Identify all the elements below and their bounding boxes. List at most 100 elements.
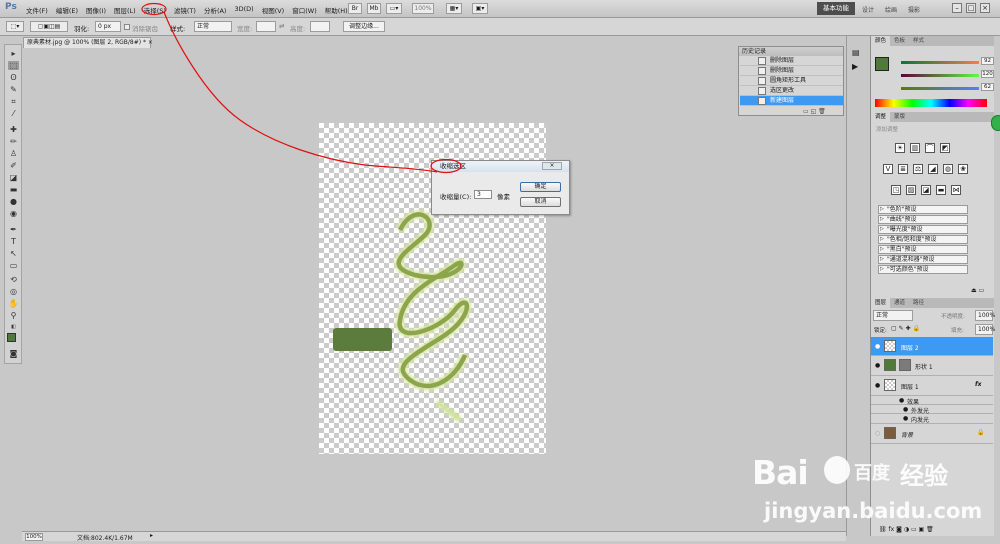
history-item[interactable]: 选区更改 [740, 86, 843, 96]
zoom-level-field[interactable]: 100% [412, 3, 434, 14]
quick-mask-icon[interactable]: ◙ [8, 349, 19, 358]
preset-selective-color[interactable]: "可选颜色"预设 [878, 265, 968, 274]
gradient-tool-icon[interactable]: ▬ [8, 185, 19, 194]
blend-mode-select[interactable]: 正常 [873, 310, 913, 321]
move-tool-icon[interactable]: ▸ [8, 49, 19, 58]
swap-icon[interactable]: ⇄ [279, 22, 284, 30]
levels-icon[interactable]: ▥ [910, 143, 920, 153]
adjustments-footer-icons[interactable]: ⏏ ▭ [971, 287, 984, 294]
tab-masks[interactable]: 蒙版 [890, 112, 909, 122]
preset-hue-saturation[interactable]: "色相/饱和度"预设 [878, 235, 968, 244]
path-select-tool-icon[interactable]: ↖ [8, 249, 19, 258]
opacity-input[interactable]: 100% [975, 310, 995, 321]
status-zoom[interactable]: 100% [25, 533, 43, 541]
preset-channel-mixer[interactable]: "通道混和器"预设 [878, 255, 968, 264]
visibility-eye-icon[interactable]: ○ [875, 430, 880, 437]
tab-layers[interactable]: 图层 [871, 298, 891, 308]
tab-adjustments[interactable]: 调整 [871, 112, 891, 122]
workspace-photo-link[interactable]: 摄影 [908, 5, 920, 14]
green-slider[interactable] [901, 74, 979, 77]
eyedropper-tool-icon[interactable]: ⁄ [8, 109, 19, 118]
healing-tool-icon[interactable]: ✚ [8, 125, 19, 134]
marquee-tool-icon[interactable]: ⬚ [8, 61, 19, 70]
crop-tool-icon[interactable]: ⌗ [8, 97, 19, 106]
status-arrow-icon[interactable]: ▸ [150, 532, 153, 539]
3d-rotate-tool-icon[interactable]: ⟲ [8, 275, 19, 284]
ok-button[interactable]: 确定 [520, 182, 561, 192]
effect-row[interactable]: ● 外发光 [871, 405, 993, 415]
curves-icon[interactable]: ⌒ [925, 143, 935, 153]
stamp-tool-icon[interactable]: ♙ [8, 149, 19, 158]
arrange-documents-icon[interactable]: ▦▾ [446, 3, 462, 14]
exposure-icon[interactable]: ◩ [940, 143, 950, 153]
height-input[interactable] [310, 21, 330, 32]
preset-exposure[interactable]: "曝光度"预设 [878, 225, 968, 234]
history-dock-icon[interactable]: ▤ [852, 48, 860, 57]
contract-amount-input[interactable]: 3 [474, 190, 492, 199]
actions-dock-icon[interactable]: ▶ [852, 62, 858, 71]
blue-value[interactable]: 62 [981, 83, 994, 91]
preset-black-white[interactable]: "黑白"预设 [878, 245, 968, 254]
tab-swatches[interactable]: 色板 [890, 36, 909, 46]
eraser-tool-icon[interactable]: ◪ [8, 173, 19, 182]
layer-row[interactable]: ● 形状 1 [871, 356, 993, 376]
effect-eye-icon[interactable]: ● [903, 415, 908, 422]
visibility-eye-icon[interactable]: ● [875, 343, 880, 350]
effect-row[interactable]: ● 内发光 [871, 414, 993, 424]
selective-color-icon[interactable]: ⋈ [951, 185, 961, 195]
visibility-eye-icon[interactable]: ● [875, 382, 880, 389]
document-close-icon[interactable]: × [148, 39, 153, 46]
view-extras-icon[interactable]: ▭▾ [386, 3, 402, 14]
history-brush-tool-icon[interactable]: ✐ [8, 161, 19, 170]
workspace-essentials-button[interactable]: 基本功能 [817, 2, 855, 15]
menu-edit[interactable]: 编辑(E) [56, 5, 78, 15]
history-item[interactable]: 删除图层 [740, 66, 843, 76]
hand-tool-icon[interactable]: ✋ [8, 299, 19, 308]
effect-eye-icon[interactable]: ● [903, 406, 908, 413]
brush-tool-icon[interactable]: ✏ [8, 137, 19, 146]
minimize-button[interactable]: – [952, 3, 962, 13]
default-colors-icon[interactable]: ◧ [8, 323, 19, 332]
width-input[interactable] [256, 21, 276, 32]
brightness-icon[interactable]: ☀ [895, 143, 905, 153]
photo-filter-icon[interactable]: ◍ [943, 164, 953, 174]
tab-color[interactable]: 颜色 [871, 36, 891, 46]
foreground-color-swatch[interactable] [7, 333, 16, 342]
lasso-tool-icon[interactable]: ʘ [8, 73, 19, 82]
close-button[interactable]: × [980, 3, 990, 13]
rect-marquee-preset-icon[interactable]: ⬚▾ [6, 21, 24, 32]
3d-orbit-tool-icon[interactable]: ◎ [8, 287, 19, 296]
menu-select[interactable]: 选择(S) [144, 5, 166, 15]
red-value[interactable]: 92 [981, 57, 994, 65]
invert-icon[interactable]: ◳ [891, 185, 901, 195]
tab-paths[interactable]: 路径 [909, 298, 928, 308]
visibility-eye-icon[interactable]: ● [875, 362, 880, 369]
layer-row-active[interactable]: ● 图层 2 [871, 337, 993, 356]
zoom-tool-icon[interactable]: ⚲ [8, 311, 19, 320]
channel-mixer-icon[interactable]: ❀ [958, 164, 968, 174]
fill-input[interactable]: 100% [975, 324, 995, 335]
history-item-active[interactable]: 新建图层 [740, 96, 843, 106]
layer-row[interactable]: ● 图层 1 fx [871, 376, 993, 396]
launch-bridge-icon[interactable]: Br [348, 3, 362, 14]
workspace-design-link[interactable]: 设计 [862, 5, 874, 14]
type-tool-icon[interactable]: T [8, 237, 19, 246]
color-fg-swatch[interactable] [875, 57, 889, 71]
blue-slider[interactable] [901, 87, 979, 90]
refine-edge-button[interactable]: 调整边缘... [343, 21, 385, 32]
fx-icon[interactable]: fx [975, 381, 981, 388]
history-item[interactable]: 圆角矩形工具 [740, 76, 843, 86]
selection-mode-icons[interactable]: ▢▣◫▤ [30, 21, 68, 32]
green-value[interactable]: 120 [981, 70, 994, 78]
antialias-checkbox[interactable] [124, 24, 130, 30]
posterize-icon[interactable]: ▨ [906, 185, 916, 195]
color-balance-icon[interactable]: ⚖ [913, 164, 923, 174]
black-white-icon[interactable]: ◢ [928, 164, 938, 174]
gradient-map-icon[interactable]: ▬ [936, 185, 946, 195]
color-spectrum-bar[interactable] [875, 99, 987, 107]
feather-input[interactable]: 0 px [95, 21, 121, 32]
menu-layer[interactable]: 图层(L) [114, 5, 136, 15]
maximize-button[interactable]: □ [966, 3, 976, 13]
quick-select-tool-icon[interactable]: ✎ [8, 85, 19, 94]
threshold-icon[interactable]: ◪ [921, 185, 931, 195]
